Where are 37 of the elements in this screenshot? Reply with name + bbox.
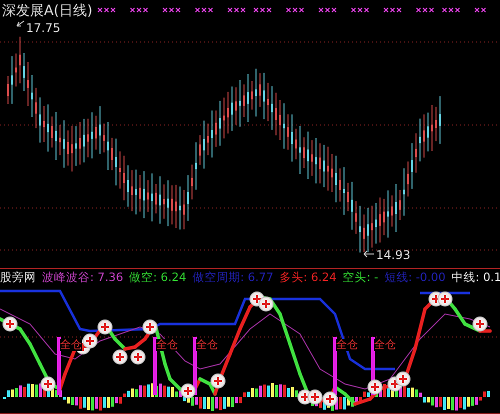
plus-marker-icon — [308, 390, 322, 404]
signal-label: 全仓 — [374, 339, 396, 352]
plus-marker-icon — [142, 320, 158, 334]
plus-marker-icon — [98, 320, 112, 334]
signal-bar — [57, 337, 61, 395]
plus-marker-icon — [396, 372, 410, 386]
plus-marker-icon — [112, 350, 128, 364]
chart-title: 深发展A(日线) — [2, 2, 93, 20]
low-price-label: 14.93 — [376, 248, 410, 262]
high-pointer-icon — [16, 20, 24, 26]
legend-item: 空头: - — [342, 270, 378, 285]
plus-marker-icon — [180, 384, 196, 398]
legend-item: 短线: -0.00 — [384, 270, 446, 285]
legend-item: 做空: 6.24 — [129, 270, 186, 285]
plus-marker-icon — [258, 296, 274, 312]
legend-item: 波峰波谷: 7.36 — [42, 270, 124, 285]
plus-marker-icon — [130, 350, 146, 364]
plus-marker-icon — [2, 316, 18, 332]
signal-label: 全仓 — [196, 339, 218, 352]
signal-label: 全仓 — [156, 339, 178, 352]
indicator-name: 股旁网 — [0, 270, 36, 285]
low-pointer-icon — [364, 250, 374, 258]
plus-marker-icon — [40, 376, 56, 392]
plus-marker-icon — [368, 380, 382, 394]
signal-bar — [333, 337, 337, 395]
plus-marker-icon — [472, 316, 488, 332]
legend-item: 做空周期: 6.77 — [192, 270, 274, 285]
high-price-label: 17.75 — [26, 21, 60, 35]
signal-label: 全仓 — [60, 339, 82, 352]
plus-marker-icon — [438, 292, 452, 306]
plus-marker-icon — [210, 374, 226, 388]
signal-bar — [153, 337, 157, 395]
plus-marker-icon — [82, 334, 98, 348]
plus-marker-icon — [322, 392, 338, 406]
signal-label: 全仓 — [336, 339, 358, 352]
legend-item: 中线: 0.1 — [452, 270, 500, 285]
legend-item: 多头: 6.24 — [279, 270, 337, 285]
